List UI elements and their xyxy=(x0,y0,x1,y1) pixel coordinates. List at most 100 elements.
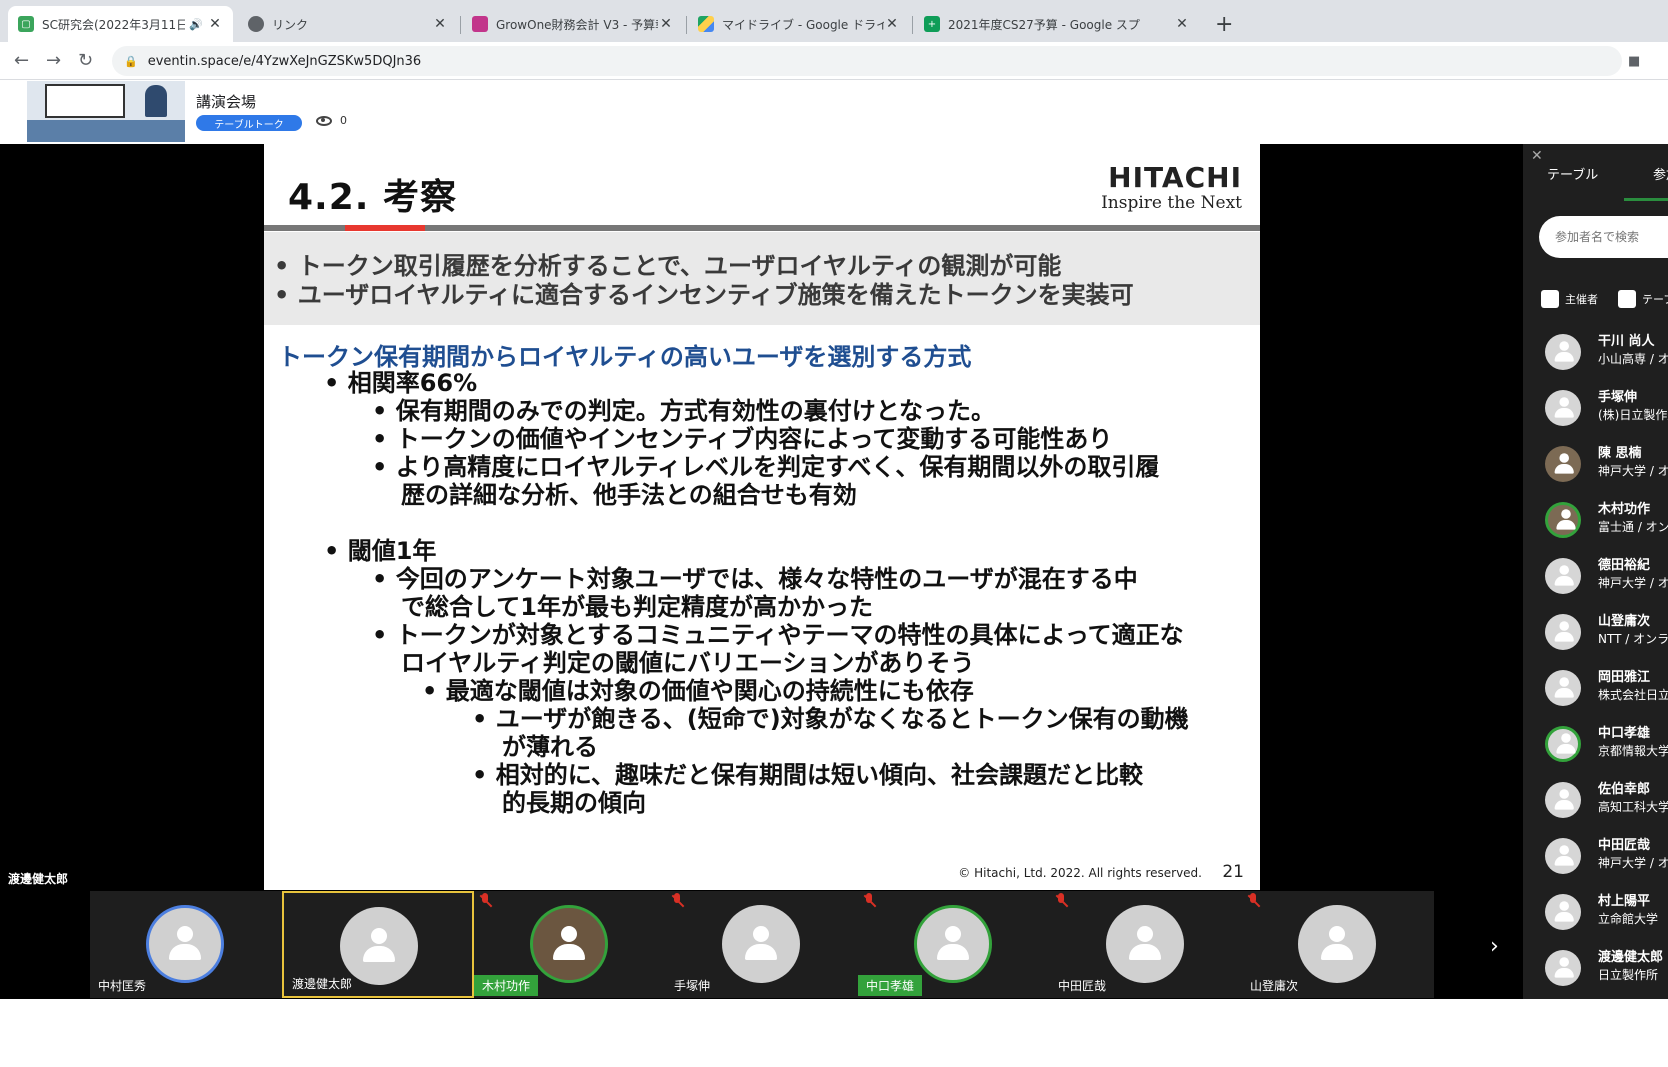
screen-illustration xyxy=(45,84,125,118)
participant-org: 神戸大学 / オ xyxy=(1598,576,1668,590)
event-title: 講演会場 xyxy=(196,93,257,111)
browser-tab[interactable]: リンク ✕ xyxy=(238,6,458,42)
avatar xyxy=(1545,726,1581,762)
person-icon xyxy=(741,924,781,964)
bullet-line: • 最適な閾値は対象の価値や関心の持続性にも依存 xyxy=(422,677,974,705)
chevron-right-icon[interactable]: › xyxy=(1490,934,1499,959)
participant-list: 干川 尚人 小山高専 / オ 手塚伸 (株)日立製作所 陳 思楠 神戸大学 / … xyxy=(1523,328,1668,999)
avatar xyxy=(1545,950,1581,986)
avatar xyxy=(1545,670,1581,706)
participant-name: 山登庸次 xyxy=(1598,614,1651,629)
tab-participants[interactable]: 参加者 xyxy=(1653,164,1668,183)
host-checkbox[interactable] xyxy=(1541,290,1559,308)
close-icon[interactable]: ✕ xyxy=(432,16,448,32)
avatar xyxy=(914,905,992,983)
bullet-line: • トークンが対象とするコミュニティやテーマの特性の具体によって適正な xyxy=(372,621,1184,649)
list-item[interactable]: 干川 尚人 小山高専 / オ xyxy=(1523,328,1668,384)
person-icon xyxy=(1552,620,1574,644)
speaker-icon[interactable]: 🔊 xyxy=(189,18,203,31)
avatar xyxy=(1106,905,1184,983)
list-item[interactable]: 木村功作 富士通 / オン xyxy=(1523,496,1668,552)
slide-heading: トークン保有期間からロイヤルティの高いユーザを選別する方式 xyxy=(278,343,972,371)
browser-tab[interactable]: GrowOne財務会計 V3 - 予算執行 ✕ xyxy=(462,6,684,42)
avatar xyxy=(1545,614,1581,650)
avatar xyxy=(1545,838,1581,874)
participant-name: 手塚伸 xyxy=(674,979,711,993)
participant-org: 高知工科大学 xyxy=(1598,800,1668,814)
video-tile[interactable]: 渡邊健太郎 xyxy=(282,891,474,998)
bullet-line-continued: 歴の詳細な分析、他手法との組合せも有効 xyxy=(401,481,857,509)
close-icon[interactable]: ✕ xyxy=(658,16,674,32)
event-header: 講演会場 テーブルトーク 0 xyxy=(0,81,1668,144)
avatar xyxy=(1545,390,1581,426)
browser-tab[interactable]: マイドライブ - Google ドライブ ✕ xyxy=(688,6,910,42)
close-icon[interactable]: ✕ xyxy=(207,16,223,32)
video-strip: 中村匡秀 渡邊健太郎 木村功作 手塚伸 中口孝雄 中田匠哉 山登庸次 xyxy=(90,891,1434,998)
table-filter-label: テーブル xyxy=(1642,293,1668,306)
list-item[interactable]: 山登庸次 NTT / オンラ xyxy=(1523,608,1668,664)
participant-name: 中口孝雄 xyxy=(858,975,923,996)
avatar xyxy=(1545,782,1581,818)
close-icon[interactable]: ✕ xyxy=(1531,148,1543,164)
avatar xyxy=(1545,334,1581,370)
table-talk-badge[interactable]: テーブルトーク xyxy=(196,115,302,131)
participant-name: 中口孝雄 xyxy=(1598,726,1651,741)
tab-divider xyxy=(686,16,687,34)
reload-icon[interactable]: ↻ xyxy=(78,50,93,71)
video-tile[interactable]: 中口孝雄 xyxy=(858,891,1050,998)
copyright: © Hitachi, Ltd. 2022. All rights reserve… xyxy=(958,866,1202,880)
participant-org: 富士通 / オン xyxy=(1598,520,1668,534)
participant-org: 神戸大学 / オ xyxy=(1598,464,1668,478)
participant-name: 佐伯幸郎 xyxy=(1598,782,1651,797)
video-tile[interactable]: 中村匡秀 xyxy=(90,891,282,998)
bullet-line-continued: で総合して1年が最も判定精度が高かかった xyxy=(401,593,873,621)
browser-tab[interactable]: ▢ SC研究会(2022年3月11日開 🔊 ✕ xyxy=(8,6,233,42)
forward-icon[interactable]: → xyxy=(46,50,61,71)
list-item[interactable]: 手塚伸 (株)日立製作所 xyxy=(1523,384,1668,440)
video-tile[interactable]: 木村功作 xyxy=(474,891,666,998)
table-checkbox[interactable] xyxy=(1618,290,1636,308)
camera-icon[interactable]: ■ xyxy=(1628,54,1640,69)
list-item[interactable]: 佐伯幸郎 高知工科大学 xyxy=(1523,776,1668,832)
video-tile[interactable]: 中田匠哉 xyxy=(1050,891,1242,998)
avatar xyxy=(1545,894,1581,930)
browser-toolbar: ← → ↻ 🔒 eventin.space/e/4YzwXeJnGZSKw5DQ… xyxy=(0,42,1668,80)
new-tab-button[interactable]: + xyxy=(1215,12,1233,37)
video-tile[interactable]: 手塚伸 xyxy=(666,891,858,998)
summary-line: • ユーザロイヤルティに適合するインセンティブ施策を備えたトークンを実装可 xyxy=(274,281,1134,309)
tab-table[interactable]: テーブル xyxy=(1547,164,1598,183)
list-item[interactable]: 陳 思楠 神戸大学 / オ xyxy=(1523,440,1668,496)
tab-title: マイドライブ - Google ドライブ xyxy=(722,17,884,32)
list-item[interactable]: 德田裕紀 神戸大学 / オ xyxy=(1523,552,1668,608)
person-icon xyxy=(1552,676,1574,700)
slide-title: 4.2. 考察 xyxy=(288,177,457,218)
bullet-line: • 相関率66% xyxy=(324,369,478,397)
participant-name: 渡邊健太郎 xyxy=(1598,950,1664,965)
eventin-icon: ▢ xyxy=(18,16,34,32)
tab-title: GrowOne財務会計 V3 - 予算執行 xyxy=(496,17,658,32)
list-item[interactable]: 中田匠哉 神戸大学 / オ xyxy=(1523,832,1668,888)
participant-name: 木村功作 xyxy=(1598,502,1651,517)
person-icon xyxy=(1554,732,1576,756)
person-photo xyxy=(1552,452,1574,476)
close-icon[interactable]: ✕ xyxy=(884,16,900,32)
close-icon[interactable]: ✕ xyxy=(1174,16,1190,32)
bullet-line: • 保有期間のみでの判定。方式有効性の裏付けとなった。 xyxy=(372,397,995,425)
list-item[interactable]: 村上陽平 立命館大学 xyxy=(1523,888,1668,944)
bullet-line: • 閾値1年 xyxy=(324,537,437,565)
person-icon xyxy=(1552,396,1574,420)
avatar xyxy=(146,905,224,983)
participant-search-input[interactable] xyxy=(1539,216,1668,258)
list-item[interactable]: 岡田雅江 株式会社日立 xyxy=(1523,664,1668,720)
list-item[interactable]: 中口孝雄 京都情報大学 xyxy=(1523,720,1668,776)
back-icon[interactable]: ← xyxy=(14,50,29,71)
browser-tab[interactable]: + 2021年度CS27予算 - Google スプ ✕ xyxy=(914,6,1200,42)
tab-divider xyxy=(460,16,461,34)
person-icon xyxy=(1552,340,1574,364)
address-bar[interactable]: 🔒 eventin.space/e/4YzwXeJnGZSKw5DQJn36 xyxy=(112,46,1622,76)
brand-tagline: Inspire the Next xyxy=(1101,193,1242,213)
person-icon xyxy=(1317,924,1357,964)
google-drive-icon xyxy=(698,16,714,32)
list-item[interactable]: 渡邊健太郎 日立製作所 xyxy=(1523,944,1668,999)
video-tile[interactable]: 山登庸次 xyxy=(1242,891,1434,998)
